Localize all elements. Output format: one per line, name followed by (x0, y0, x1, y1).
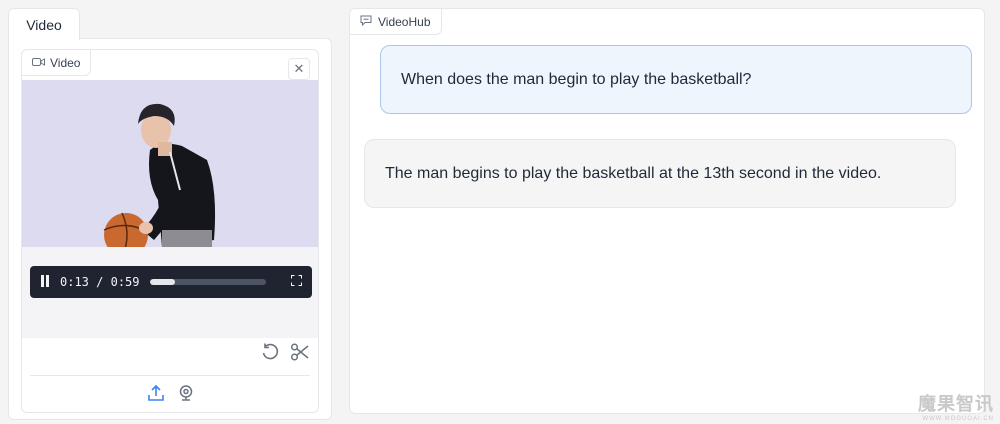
time-separator: / (96, 275, 104, 289)
video-block-label: Video (22, 50, 92, 76)
upload-button[interactable] (147, 384, 165, 407)
chat-icon (360, 15, 372, 29)
progress-bar[interactable] (149, 279, 266, 285)
video-player-frame[interactable] (22, 80, 318, 247)
watermark-text: 魔果智讯 (918, 394, 994, 414)
current-time: 0:13 (60, 275, 89, 289)
trim-button[interactable] (290, 342, 310, 367)
progress-fill (149, 279, 176, 285)
chatbot-label-text: VideoHub (378, 14, 431, 29)
webcam-icon (179, 385, 193, 401)
assistant-message-text: The man begins to play the basketball at… (385, 164, 882, 182)
user-message: When does the man begin to play the bask… (380, 45, 972, 114)
time-readout: 0:13 / 0:59 (60, 275, 140, 289)
webcam-button[interactable] (177, 384, 195, 407)
fullscreen-button[interactable] (291, 275, 302, 289)
undo-button[interactable] (260, 342, 280, 367)
video-frame-illustration (22, 80, 318, 247)
assistant-message: The man begins to play the basketball at… (364, 139, 956, 208)
video-controls-bar: 0:13 / 0:59 (30, 266, 312, 298)
app-root: Video Video ✕ 0:13 / 0:59 VideoHub When … (0, 0, 1000, 424)
close-button[interactable]: ✕ (288, 58, 310, 80)
pause-button[interactable] (40, 274, 50, 290)
tab-video-label: Video (26, 16, 62, 33)
video-source-actions (22, 384, 318, 407)
watermark-sub: WWW.MOGUOAI.CN (922, 416, 994, 422)
watermark-logo: 魔果智讯 WWW.MOGUOAI.CN (890, 390, 994, 422)
video-camera-icon (32, 56, 45, 70)
chatbot-label: VideoHub (350, 9, 442, 35)
video-edit-actions (260, 342, 310, 367)
divider (30, 375, 310, 376)
video-panel: Video ✕ 0:13 / 0:59 (8, 38, 332, 420)
duration: 0:59 (110, 275, 140, 289)
close-icon: ✕ (293, 61, 305, 76)
pause-icon (41, 274, 49, 287)
undo-icon (262, 343, 279, 360)
chat-panel: VideoHub When does the man begin to play… (349, 8, 985, 414)
scissors-icon (290, 343, 309, 361)
upload-icon (148, 384, 164, 401)
video-block-label-text: Video (50, 55, 81, 70)
fullscreen-icon (291, 275, 302, 286)
user-message-text: When does the man begin to play the bask… (401, 70, 752, 88)
video-card: Video ✕ 0:13 / 0:59 (21, 49, 319, 413)
tab-video[interactable]: Video (8, 8, 80, 40)
